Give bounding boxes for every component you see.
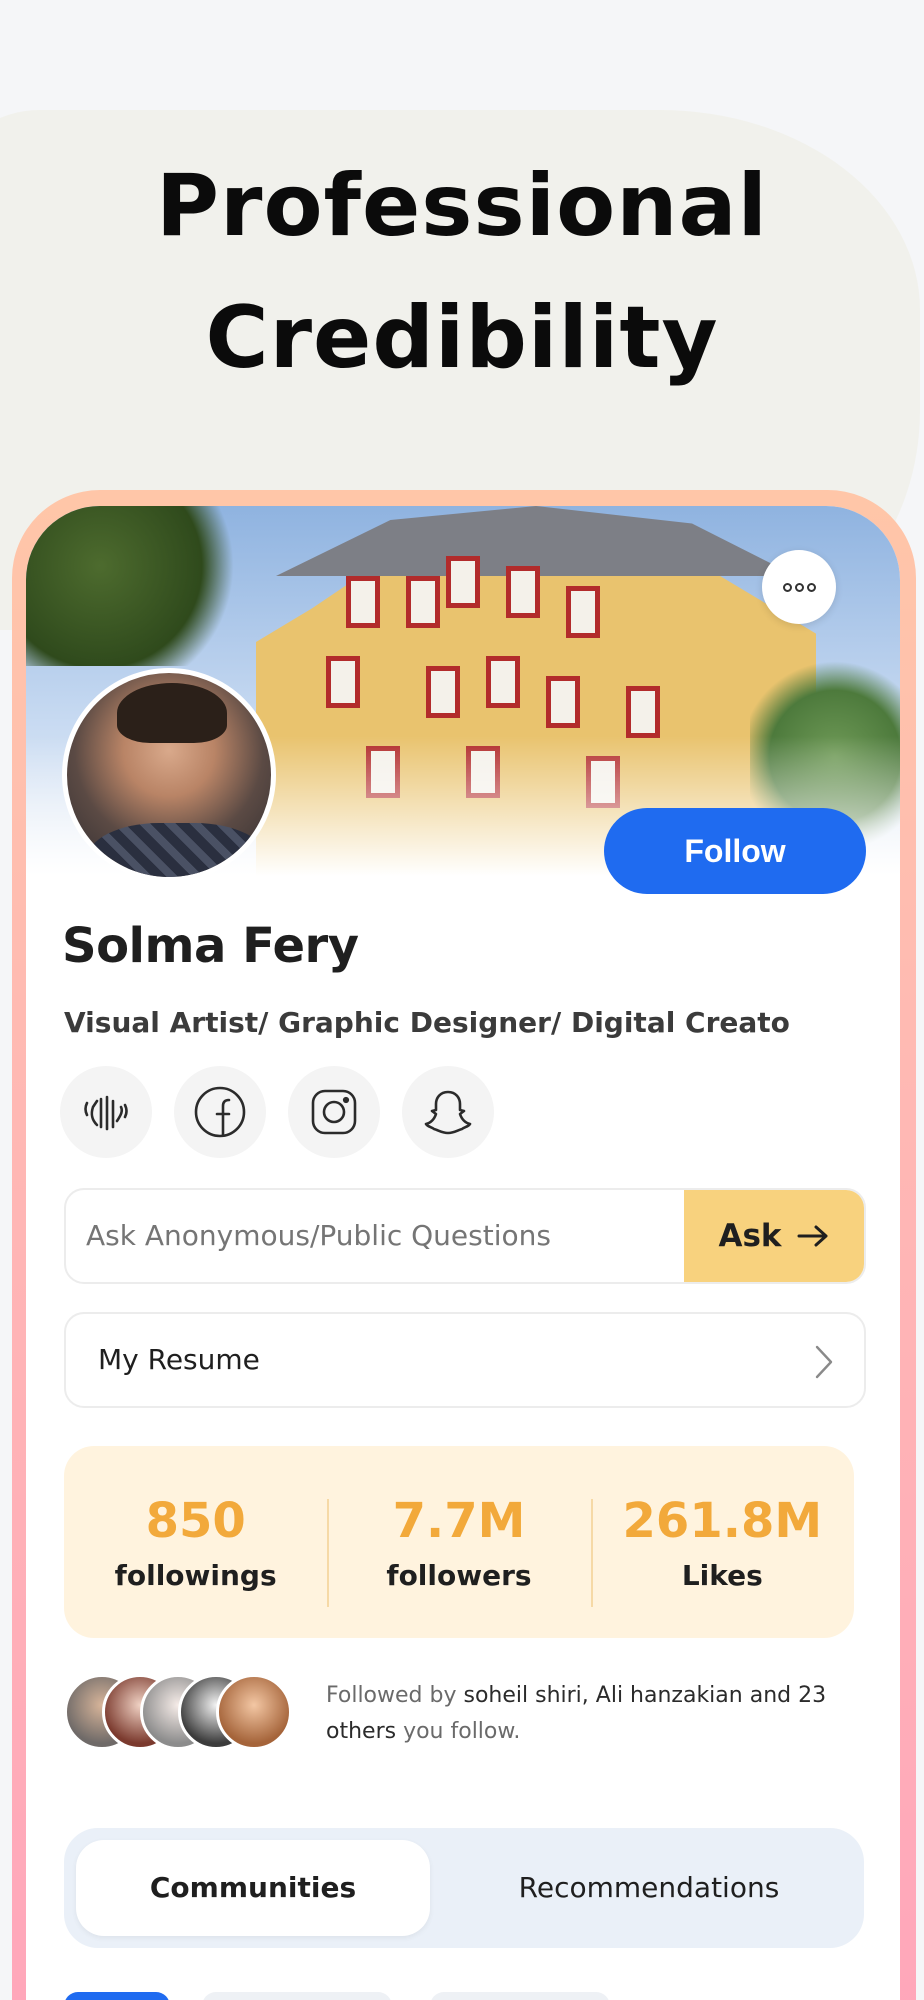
follower-avatar [216,1674,292,1750]
wave-hand-icon [84,1095,128,1131]
stat-value: 261.8M [622,1492,823,1549]
stat-value: 7.7M [392,1492,526,1549]
stat-followings[interactable]: 850 followings [64,1493,327,1592]
social-links [60,1066,494,1158]
wave-hand-button[interactable] [60,1066,152,1158]
avatar[interactable] [62,668,276,882]
profile-screen: Follow Solma Fery Visual Artist/ Graphic… [26,506,900,2000]
stat-likes[interactable]: 261.8M Likes [590,1492,854,1607]
content-peek-chip [64,1992,170,2000]
instagram-icon [311,1089,357,1135]
follower-avatars [64,1674,304,1758]
instagram-button[interactable] [288,1066,380,1158]
hero-line-1: Professional [156,156,768,256]
hero-line-2: Credibility [205,288,719,388]
stat-label: followers [386,1558,532,1592]
followed-by-row[interactable]: Followed by soheil shiri, Ali hanzakian … [64,1674,884,1758]
content-peek-chip [430,1992,610,2000]
stat-label: followings [114,1558,277,1592]
facebook-icon [194,1086,246,1138]
follow-button[interactable]: Follow [604,808,866,894]
tab-recommendations[interactable]: Recommendations [444,1840,854,1936]
my-resume-row[interactable]: My Resume [64,1312,866,1408]
stat-value: 850 [145,1492,246,1549]
content-peek-chip [202,1992,392,2000]
ask-question-input[interactable] [86,1190,666,1282]
stat-label: Likes [681,1558,763,1592]
more-dots-icon [782,582,792,592]
stat-followers[interactable]: 7.7M followers [327,1492,590,1607]
arrow-right-icon [797,1225,828,1247]
tab-communities[interactable]: Communities [76,1840,430,1936]
snapchat-icon [424,1090,472,1135]
facebook-button[interactable] [174,1066,266,1158]
my-resume-label: My Resume [98,1343,260,1376]
tab-switcher: Communities Recommendations [64,1828,864,1948]
ask-button-label: Ask [718,1218,782,1254]
snapchat-button[interactable] [402,1066,494,1158]
profile-name: Solma Fery [62,918,359,974]
followed-by-text: Followed by soheil shiri, Ali hanzakian … [326,1683,827,1744]
hero-heading: Professional Credibility [0,140,924,404]
profile-bio: Visual Artist/ Graphic Designer/ Digital… [64,1006,790,1039]
ask-button[interactable]: Ask [684,1190,864,1282]
stats-panel: 850 followings 7.7M followers 261.8M Lik… [64,1446,854,1638]
more-options-button[interactable] [762,550,836,624]
ask-question-box: Ask [64,1188,866,1284]
chevron-right-icon [815,1345,833,1379]
